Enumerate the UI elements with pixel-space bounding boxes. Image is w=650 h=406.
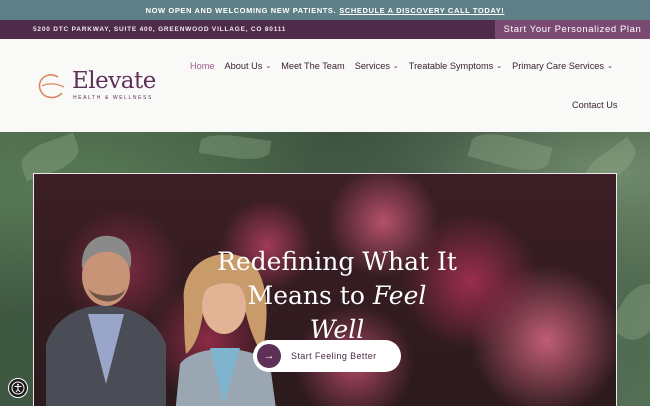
- address-text: 5200 DTC PARKWAY, SUITE 400, GREENWOOD V…: [33, 26, 287, 33]
- nav-item-contact-us[interactable]: Contact Us: [572, 100, 617, 110]
- site-header: Elevate HEALTH & WELLNESS Home About Us …: [0, 39, 650, 132]
- nav-item-label: Meet The Team: [281, 61, 345, 71]
- info-bar: 5200 DTC PARKWAY, SUITE 400, GREENWOOD V…: [0, 20, 650, 39]
- chevron-down-icon: ⌄: [607, 63, 613, 70]
- nav-item-services[interactable]: Services ⌄: [355, 61, 399, 71]
- nav-item-label: Services: [354, 61, 390, 71]
- chevron-down-icon: ⌄: [496, 63, 503, 70]
- headline-plain-text: Means to: [247, 281, 373, 310]
- nav-item-about-us[interactable]: About Us ⌄: [225, 61, 272, 71]
- arrow-right-icon: →: [257, 344, 281, 368]
- nav-item-label: Primary Care Services: [512, 61, 604, 71]
- hero-headline: Redefining What It Means to Feel Well: [217, 245, 457, 347]
- accessibility-button[interactable]: [8, 378, 28, 398]
- schedule-call-link[interactable]: SCHEDULE A DISCOVERY CALL TODAY!: [339, 6, 504, 15]
- nav-item-label: About Us: [224, 61, 263, 71]
- start-feeling-better-button[interactable]: → Start Feeling Better: [253, 340, 401, 372]
- nav-item-primary-care-services[interactable]: Primary Care Services ⌄: [512, 61, 613, 71]
- foliage-decoration: [467, 132, 553, 177]
- headline-line-2: Means to Feel Well: [217, 279, 457, 347]
- start-plan-button[interactable]: Start Your Personalized Plan: [495, 20, 650, 39]
- nav-item-label: Treatable Symptoms: [408, 61, 494, 71]
- nav-item-label: Home: [190, 61, 215, 71]
- logo-mark-icon: [38, 74, 65, 99]
- hero-section: Redefining What It Means to Feel Well → …: [0, 132, 650, 406]
- announcement-text: NOW OPEN AND WELCOMING NEW PATIENTS.: [145, 5, 337, 15]
- chevron-down-icon: ⌄: [265, 63, 272, 70]
- cta-label: Start Feeling Better: [291, 351, 377, 361]
- announcement-bar: NOW OPEN AND WELCOMING NEW PATIENTS. SCH…: [0, 0, 650, 20]
- logo[interactable]: Elevate HEALTH & WELLNESS: [34, 67, 156, 107]
- main-nav: Home About Us ⌄ Meet The Team Services ⌄…: [190, 61, 623, 71]
- headline-line-1: Redefining What It: [217, 247, 457, 276]
- chevron-down-icon: ⌄: [392, 63, 399, 70]
- nav-item-meet-the-team[interactable]: Meet The Team: [281, 61, 345, 71]
- nav-item-home[interactable]: Home: [190, 61, 215, 71]
- foliage-decoration: [198, 132, 272, 163]
- hero-photo-frame: Redefining What It Means to Feel Well → …: [33, 173, 617, 406]
- nav-item-treatable-symptoms[interactable]: Treatable Symptoms ⌄: [409, 61, 502, 71]
- logo-subtitle: HEALTH & WELLNESS: [73, 95, 153, 101]
- accessibility-icon: [11, 381, 25, 395]
- logo-wordmark: Elevate: [72, 68, 156, 94]
